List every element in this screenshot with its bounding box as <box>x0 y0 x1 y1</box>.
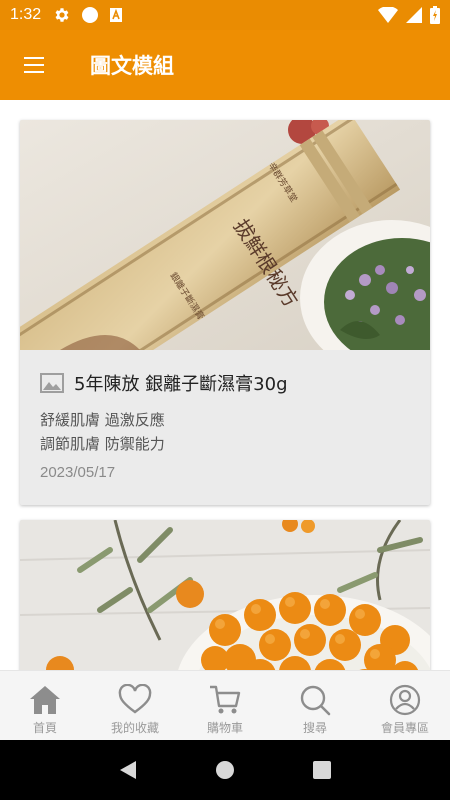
status-time: 1:32 <box>10 6 42 23</box>
back-button[interactable] <box>108 750 148 790</box>
nav-label: 搜尋 <box>302 721 327 735</box>
nav-label: 我的收藏 <box>110 721 159 735</box>
menu-button[interactable] <box>0 30 70 100</box>
card-desc-line: 調節肌膚 防禦能力 <box>40 435 165 453</box>
nav-item-favorites[interactable]: 我的收藏 <box>90 671 180 741</box>
home-circle-icon <box>215 761 234 779</box>
gear-icon <box>55 8 69 22</box>
wifi-icon <box>378 7 398 23</box>
nav-item-search[interactable]: 搜尋 <box>270 671 360 741</box>
user-icon <box>389 684 421 716</box>
recents-button[interactable] <box>302 750 342 790</box>
card-body: 5年陳放 銀離子斷濕膏30g 舒緩肌膚 過激反應 調節肌膚 防禦能力 2023/… <box>20 350 430 481</box>
content-list[interactable]: 拔鮮根秘方 辛群芳草堂 銀離子斷濕膏 5年陳放 銀離子斷濕膏30g 舒緩肌膚 過… <box>0 100 450 670</box>
status-right-icons <box>378 6 440 24</box>
nav-item-home[interactable]: 首頁 <box>0 671 90 741</box>
circle-icon <box>82 7 99 23</box>
status-left-icons <box>53 6 123 24</box>
nav-item-member[interactable]: 會員專區 <box>360 671 450 741</box>
card-title: 5年陳放 銀離子斷濕膏30g <box>74 374 288 395</box>
search-icon <box>300 685 331 716</box>
hamburger-menu-icon <box>24 57 44 73</box>
card-desc-line: 舒緩肌膚 過激反應 <box>40 411 165 429</box>
card-image: 拔鮮根秘方 辛群芳草堂 銀離子斷濕膏 <box>20 120 430 350</box>
home-button[interactable] <box>205 750 245 790</box>
nav-label: 會員專區 <box>380 721 429 735</box>
a-badge-icon <box>110 8 123 22</box>
back-icon <box>120 761 137 779</box>
home-icon <box>30 686 60 714</box>
system-navigation-bar <box>0 740 450 800</box>
bottom-navigation: 首頁 我的收藏 購物車 搜尋 會員專區 <box>0 670 450 740</box>
nav-label: 購物車 <box>206 721 243 735</box>
article-card[interactable] <box>20 520 430 670</box>
recents-icon <box>312 761 331 779</box>
card-title-row: 5年陳放 銀離子斷濕膏30g <box>40 370 410 396</box>
card-date: 2023/05/17 <box>40 464 116 481</box>
app-bar: 圖文模組 <box>0 30 450 100</box>
page-title: 圖文模組 <box>90 54 174 78</box>
image-icon <box>40 373 64 393</box>
card-image <box>20 520 430 670</box>
cell-signal-icon <box>406 7 422 23</box>
article-card[interactable]: 拔鮮根秘方 辛群芳草堂 銀離子斷濕膏 5年陳放 銀離子斷濕膏30g 舒緩肌膚 過… <box>20 120 430 505</box>
card-description: 舒緩肌膚 過激反應 調節肌膚 防禦能力 <box>40 408 410 456</box>
nav-item-cart[interactable]: 購物車 <box>180 671 270 741</box>
cart-icon <box>210 685 241 714</box>
battery-icon <box>430 6 440 24</box>
nav-label: 首頁 <box>32 721 57 735</box>
heart-icon <box>118 684 152 714</box>
status-bar: 1:32 <box>0 0 450 30</box>
